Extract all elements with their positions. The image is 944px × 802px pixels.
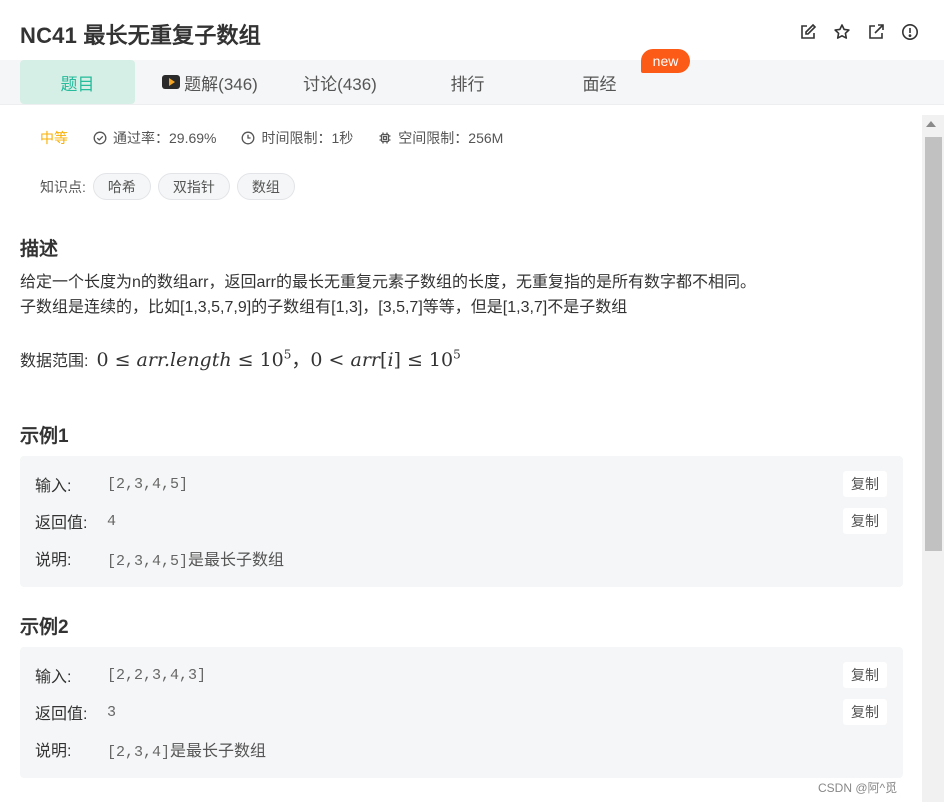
tab-solutions[interactable]: 题解(346) <box>150 60 270 104</box>
tab-label: 讨论(436) <box>303 74 377 94</box>
formula-exponent: 5 <box>453 347 461 362</box>
tab-label: 面经 <box>582 74 617 94</box>
tab-problem[interactable]: 题目 <box>20 60 135 104</box>
example-return-row: 返回值: 3 <box>35 701 117 724</box>
video-play-icon <box>162 75 181 89</box>
explain-label: 说明: <box>35 552 72 569</box>
tab-label: 题解(346) <box>184 74 258 94</box>
new-badge: new <box>641 49 690 73</box>
tab-ranking[interactable]: 排行 <box>420 60 515 104</box>
formula-part: 0 ≤ <box>96 349 137 371</box>
tab-interview[interactable]: 面经 <box>552 60 647 104</box>
return-label: 返回值: <box>35 515 88 532</box>
data-range: 数据范围: 0 ≤ arr.length ≤ 105，0 < arr[i] ≤ … <box>20 345 461 372</box>
explain-value: [2,3,4,5]是最长子数组 <box>107 546 284 570</box>
tab-label: 题目 <box>60 74 95 94</box>
copy-input-button[interactable]: 复制 <box>843 662 887 688</box>
data-range-formula: 0 ≤ arr.length ≤ 105，0 < arr[i] ≤ 105 <box>96 345 460 372</box>
description-line: 给定一个长度为n的数组arr，返回arr的最长无重复元素子数组的长度，无重复指的… <box>20 274 757 291</box>
return-value: 3 <box>107 703 117 721</box>
data-range-label: 数据范围: <box>20 352 89 370</box>
external-link-icon[interactable] <box>866 22 886 42</box>
formula-part: ≤ 10 <box>231 349 284 371</box>
page-title: NC41 最长无重复子数组 <box>20 23 261 48</box>
example-input-row: 输入: [2,2,3,4,3] <box>35 664 207 687</box>
pass-rate-text: 通过率：29.69% <box>113 130 217 146</box>
tab-bar: 题目 题解(346) 讨论(436) 排行 面经 <box>0 60 944 105</box>
chip-icon <box>379 132 391 144</box>
description-line: 子数组是连续的，比如[1,3,5,7,9]的子数组有[1,3]，[3,5,7]等… <box>20 299 628 316</box>
scrollbar-thumb[interactable] <box>925 137 942 551</box>
knowledge-label: 知识点: <box>40 178 86 195</box>
example-explain-row: 说明: [2,3,4]是最长子数组 <box>35 737 266 761</box>
example-1-box: 输入: [2,3,4,5] 复制 返回值: 4 复制 说明: [2,3,4,5]… <box>20 456 903 587</box>
formula-part: arr <box>350 349 381 371</box>
watermark: CSDN @阿^觅 <box>818 781 898 795</box>
explain-value: [2,3,4]是最长子数组 <box>107 737 266 761</box>
example-explain-row: 说明: [2,3,4,5]是最长子数组 <box>35 546 284 570</box>
example-2-heading: 示例2 <box>20 617 69 638</box>
problem-header: NC41 最长无重复子数组 <box>0 0 944 60</box>
explain-text: 是最长子数组 <box>170 743 267 760</box>
example-1-heading: 示例1 <box>20 426 69 447</box>
check-circle-icon <box>93 131 107 145</box>
return-label: 返回值: <box>35 706 88 723</box>
knowledge-points: 知识点: 哈希 双指针 数组 <box>40 173 295 200</box>
description-text: 给定一个长度为n的数组arr，返回arr的最长无重复元素子数组的长度，无重复指的… <box>20 270 756 320</box>
explain-code: [2,3,4,5] <box>107 553 189 570</box>
example-return-row: 返回值: 4 <box>35 510 117 533</box>
tag-hash[interactable]: 哈希 <box>92 173 151 200</box>
copy-return-button[interactable]: 复制 <box>843 699 887 725</box>
return-value: 4 <box>107 512 117 530</box>
formula-part: ] <box>393 349 401 371</box>
example-input-row: 输入: [2,3,4,5] <box>35 473 189 496</box>
pass-rate: 通过率：29.69% <box>93 128 216 148</box>
copy-return-button[interactable]: 复制 <box>843 508 887 534</box>
header-actions <box>798 22 920 42</box>
copy-input-button[interactable]: 复制 <box>843 471 887 497</box>
space-limit: 空间限制：256M <box>378 128 503 148</box>
tag-array[interactable]: 数组 <box>236 173 295 200</box>
edit-icon[interactable] <box>798 22 818 42</box>
formula-part: ≤ 10 <box>400 349 454 371</box>
star-icon[interactable] <box>832 22 852 42</box>
example-2-box: 输入: [2,2,3,4,3] 复制 返回值: 3 复制 说明: [2,3,4]… <box>20 647 903 778</box>
explain-text: 是最长子数组 <box>188 552 285 569</box>
formula-part: arr.length <box>136 349 232 371</box>
time-limit-text: 时间限制：1秒 <box>261 130 354 146</box>
difficulty-badge: 中等 <box>40 130 68 146</box>
explain-code: [2,3,4] <box>107 744 171 761</box>
info-icon[interactable] <box>900 22 920 42</box>
input-value: [2,2,3,4,3] <box>107 666 207 684</box>
formula-part: ，0 < <box>291 349 351 371</box>
scroll-up-arrow-icon[interactable] <box>926 121 936 127</box>
tab-label: 排行 <box>450 74 485 94</box>
description-heading: 描述 <box>20 239 59 260</box>
space-limit-text: 空间限制：256M <box>398 130 504 146</box>
tag-two-pointers[interactable]: 双指针 <box>157 173 230 200</box>
tab-discussion[interactable]: 讨论(436) <box>285 60 395 104</box>
time-limit: 时间限制：1秒 <box>241 128 353 148</box>
explain-label: 说明: <box>35 743 72 760</box>
input-value: [2,3,4,5] <box>107 475 189 493</box>
input-label: 输入: <box>35 669 72 686</box>
clock-icon <box>242 131 255 145</box>
input-label: 输入: <box>35 478 72 495</box>
problem-meta: 中等 通过率：29.69% 时间限制：1秒 空间限制：256M <box>40 129 528 147</box>
